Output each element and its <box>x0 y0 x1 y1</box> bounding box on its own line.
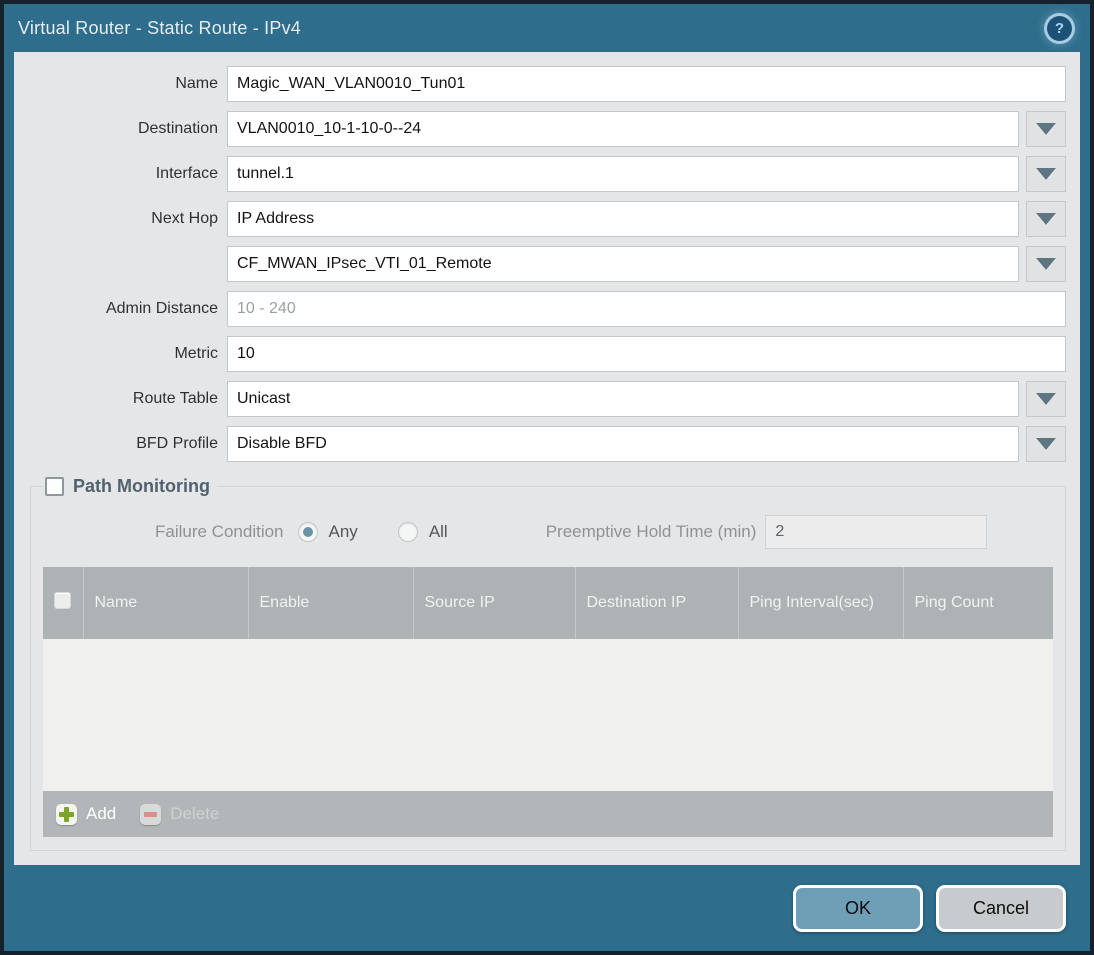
preemptive-hold-time-label: Preemptive Hold Time (min) <box>545 522 757 541</box>
column-header-ping-count[interactable]: Ping Count <box>903 567 1053 639</box>
interface-dropdown-button[interactable] <box>1026 156 1066 192</box>
failure-condition-all-radio[interactable] <box>397 522 418 542</box>
static-route-dialog: Virtual Router - Static Route - IPv4 ? N… <box>0 0 1094 955</box>
dialog-content: Name Destination Interface Next Hop <box>14 52 1080 865</box>
path-monitoring-title: Path Monitoring <box>73 476 210 496</box>
chevron-down-icon <box>1036 393 1056 405</box>
failure-condition-label: Failure Condition <box>155 522 284 541</box>
next-hop-address-dropdown-button[interactable] <box>1026 246 1066 282</box>
metric-input[interactable] <box>227 336 1066 372</box>
select-all-checkbox[interactable] <box>54 592 72 609</box>
next-hop-type-dropdown-button[interactable] <box>1026 201 1066 237</box>
metric-row: Metric <box>30 336 1066 372</box>
next-hop-address-input[interactable] <box>227 246 1019 282</box>
metric-label: Metric <box>174 345 218 362</box>
interface-label: Interface <box>155 165 218 182</box>
admin-distance-label: Admin Distance <box>105 300 218 317</box>
bfd-profile-input[interactable] <box>227 426 1019 462</box>
delete-button-label: Delete <box>170 804 220 823</box>
interface-input[interactable] <box>227 156 1019 192</box>
chevron-down-icon <box>1036 123 1056 135</box>
plus-icon <box>56 803 77 825</box>
preemptive-hold-time-input[interactable] <box>765 515 988 549</box>
path-monitoring-section: Path Monitoring Failure Condition Any Al… <box>30 476 1066 851</box>
add-button[interactable]: Add <box>56 803 117 825</box>
admin-distance-row: Admin Distance <box>30 291 1066 327</box>
name-label: Name <box>175 75 218 92</box>
destination-input[interactable] <box>227 111 1019 147</box>
table-header-row: Name Enable Source IP Destination IP Pin… <box>43 567 1053 639</box>
cancel-button[interactable]: Cancel <box>936 884 1066 932</box>
admin-distance-input[interactable] <box>227 291 1066 327</box>
destination-label: Destination <box>137 120 218 137</box>
delete-button[interactable]: Delete <box>140 803 220 825</box>
route-table-dropdown-button[interactable] <box>1026 381 1066 417</box>
next-hop-address-row <box>30 246 1066 282</box>
interface-row: Interface <box>30 156 1066 192</box>
column-header-destination-ip[interactable]: Destination IP <box>575 567 739 639</box>
next-hop-label: Next Hop <box>151 210 218 227</box>
empty-table-body <box>43 639 1053 791</box>
chevron-down-icon <box>1036 168 1056 180</box>
help-icon[interactable]: ? <box>1047 15 1072 41</box>
name-row: Name <box>30 66 1066 102</box>
bfd-profile-dropdown-button[interactable] <box>1026 426 1066 462</box>
destination-row: Destination <box>30 111 1066 147</box>
ok-button[interactable]: OK <box>793 884 923 932</box>
dialog-footer: OK Cancel <box>4 865 1090 951</box>
path-monitoring-legend: Path Monitoring <box>43 476 217 497</box>
column-header-enable[interactable]: Enable <box>248 567 414 639</box>
add-button-label: Add <box>86 804 117 823</box>
dialog-title: Virtual Router - Static Route - IPv4 <box>18 17 301 38</box>
next-hop-type-input[interactable] <box>227 201 1019 237</box>
minus-icon <box>140 803 162 825</box>
path-monitoring-table: Name Enable Source IP Destination IP Pin… <box>43 567 1053 791</box>
bfd-profile-label: BFD Profile <box>136 435 218 452</box>
route-table-input[interactable] <box>227 381 1019 417</box>
failure-condition-row: Failure Condition Any All Preemptive Hol… <box>43 515 1053 549</box>
chevron-down-icon <box>1036 438 1056 450</box>
failure-condition-any-radio[interactable] <box>297 522 318 542</box>
destination-dropdown-button[interactable] <box>1026 111 1066 147</box>
column-header-source-ip[interactable]: Source IP <box>413 567 576 639</box>
select-all-header-cell <box>43 567 84 639</box>
route-table-row: Route Table <box>30 381 1066 417</box>
dialog-titlebar: Virtual Router - Static Route - IPv4 ? <box>4 4 1090 52</box>
column-header-ping-interval[interactable]: Ping Interval(sec) <box>738 567 904 639</box>
table-toolbar: Add Delete <box>43 791 1053 837</box>
next-hop-row: Next Hop <box>30 201 1066 237</box>
chevron-down-icon <box>1036 258 1056 270</box>
bfd-profile-row: BFD Profile <box>30 426 1066 462</box>
name-input[interactable] <box>227 66 1066 102</box>
path-monitoring-checkbox[interactable] <box>45 477 64 496</box>
failure-condition-all-label: All <box>428 522 448 541</box>
chevron-down-icon <box>1036 213 1056 225</box>
failure-condition-any-label: Any <box>328 522 358 541</box>
column-header-name[interactable]: Name <box>83 567 249 639</box>
route-table-label: Route Table <box>132 390 218 407</box>
